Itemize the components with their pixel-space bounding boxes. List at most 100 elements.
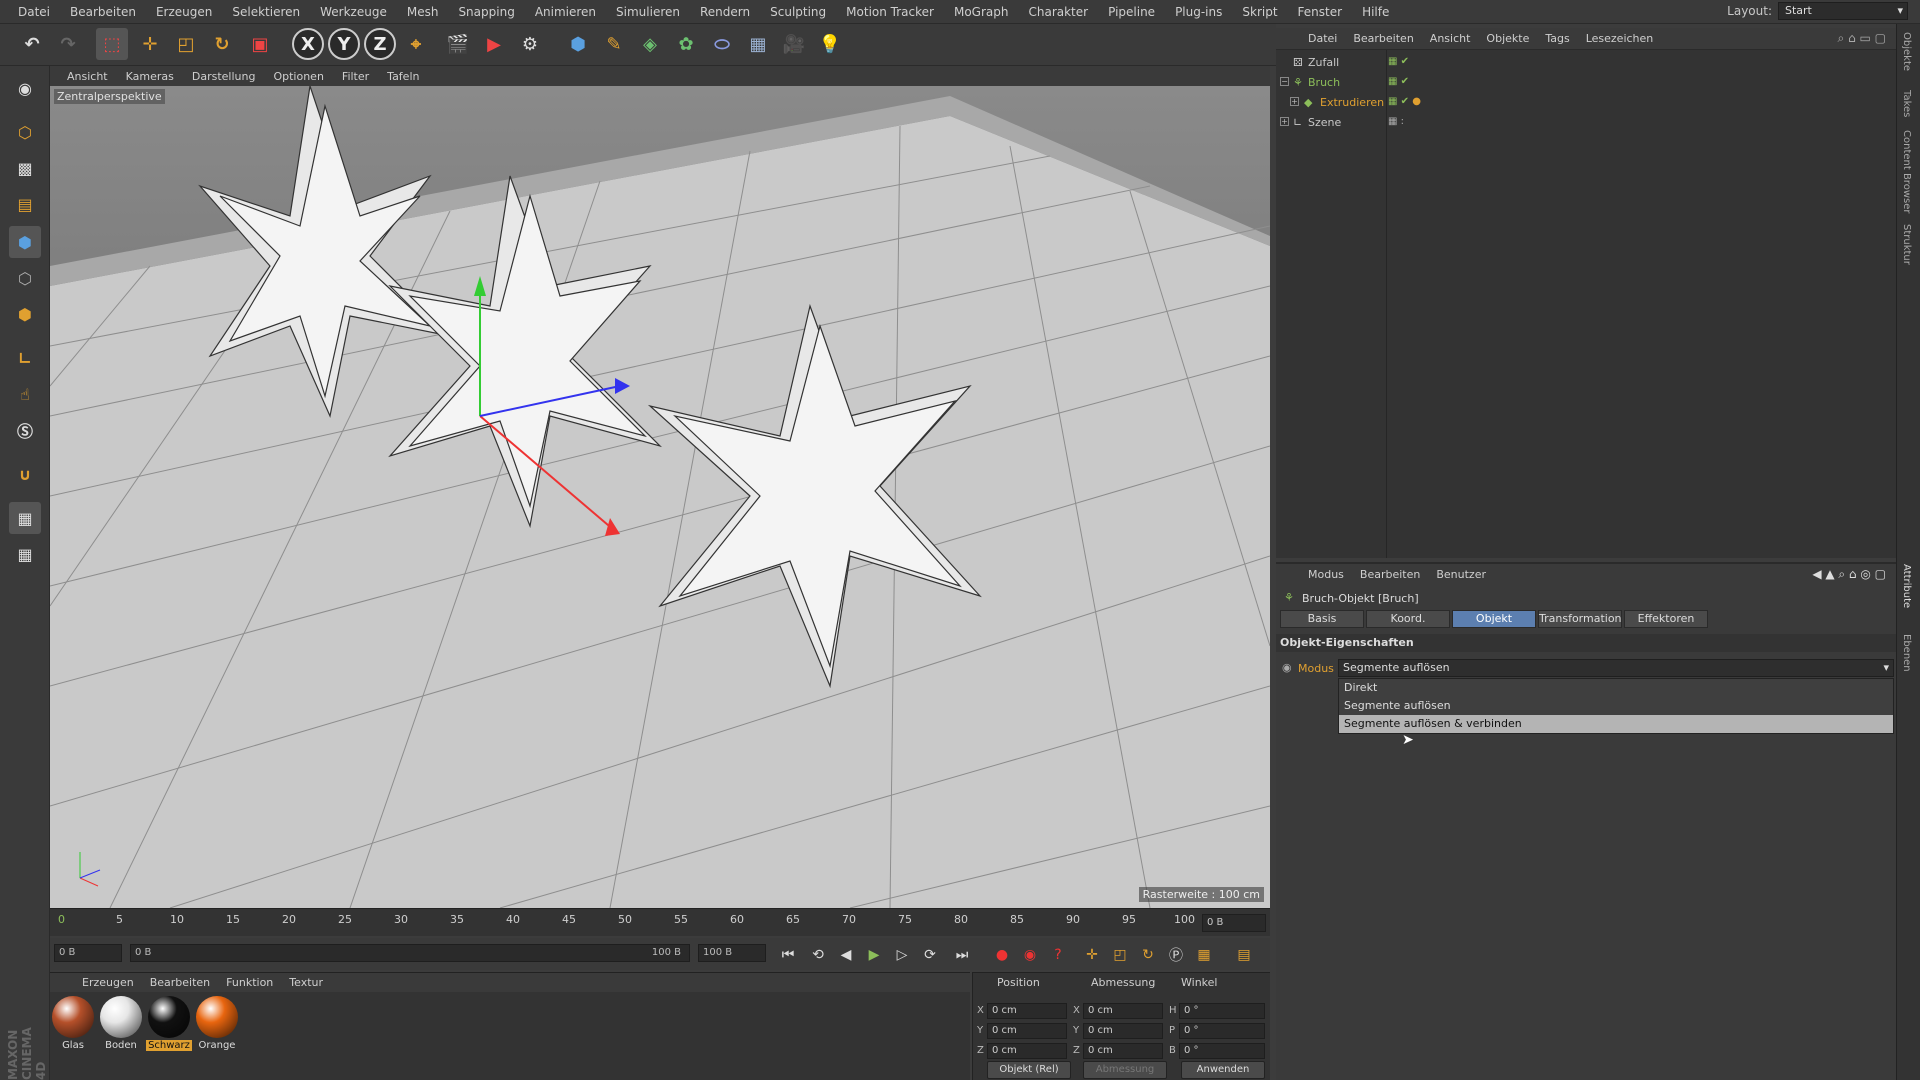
viewport-menu-kameras[interactable]: Kameras: [117, 70, 183, 83]
visibility-flags[interactable]: ▦ ✔: [1388, 56, 1409, 67]
collapse-icon[interactable]: −: [1280, 77, 1289, 86]
key-pla-icon[interactable]: ▦: [1192, 944, 1216, 966]
material-orange[interactable]: Orange: [194, 996, 240, 1051]
menu-charakter[interactable]: Charakter: [1018, 5, 1098, 19]
magnet-icon[interactable]: ∪: [9, 458, 41, 490]
current-frame-field[interactable]: 0 B: [1202, 914, 1266, 932]
om-column-divider[interactable]: [1386, 50, 1387, 558]
light-icon[interactable]: 💡: [814, 28, 846, 60]
om-search-icon[interactable]: ⌕ ⌂ ▭ ▢: [1838, 31, 1886, 46]
size-z-field[interactable]: 0 cm: [1083, 1043, 1163, 1059]
expand-icon[interactable]: +: [1290, 97, 1299, 106]
previous-frame-icon[interactable]: ◀: [834, 944, 858, 966]
frame-range-slider[interactable]: 0 B 100 B: [130, 944, 690, 962]
om-menu-objekte[interactable]: Objekte: [1478, 32, 1537, 45]
menu-mograph[interactable]: MoGraph: [944, 5, 1019, 19]
menu-rendern[interactable]: Rendern: [690, 5, 760, 19]
tab-effektoren[interactable]: Effektoren: [1624, 610, 1708, 628]
axis-icon[interactable]: ∟: [9, 342, 41, 374]
option-segmente-aufloesen-verbinden[interactable]: Segmente auflösen & verbinden: [1339, 715, 1893, 733]
key-rotation-icon[interactable]: ↻: [1136, 944, 1160, 966]
deformer-icon[interactable]: ⬭: [706, 28, 738, 60]
next-key-icon[interactable]: ⟳: [918, 944, 942, 966]
camera-icon[interactable]: 🎥: [778, 28, 810, 60]
autokey-icon[interactable]: ◉: [1018, 944, 1042, 966]
menu-simulieren[interactable]: Simulieren: [606, 5, 690, 19]
menu-mesh[interactable]: Mesh: [397, 5, 449, 19]
material-glas[interactable]: Glas: [50, 996, 96, 1051]
viewport-menu-optionen[interactable]: Optionen: [264, 70, 332, 83]
object-row-szene[interactable]: + ∟ Szene ▦ :: [1276, 112, 1896, 132]
render-view-icon[interactable]: 🎬: [442, 28, 474, 60]
option-direkt[interactable]: Direkt: [1339, 679, 1893, 697]
floor-icon[interactable]: ▦: [742, 28, 774, 60]
menu-plugins[interactable]: Plug-ins: [1165, 5, 1232, 19]
menu-bearbeiten[interactable]: Bearbeiten: [60, 5, 146, 19]
coords-mode-select[interactable]: Objekt (Rel): [987, 1061, 1071, 1079]
scale-icon[interactable]: ◰: [170, 28, 202, 60]
menu-datei[interactable]: Datei: [8, 5, 60, 19]
lock-x-icon[interactable]: X: [292, 28, 324, 60]
material-menu-funktion[interactable]: Funktion: [218, 976, 281, 989]
am-menu-bearbeiten[interactable]: Bearbeiten: [1352, 568, 1428, 581]
material-menu-textur[interactable]: Textur: [281, 976, 331, 989]
menu-snapping[interactable]: Snapping: [448, 5, 524, 19]
menu-pipeline[interactable]: Pipeline: [1098, 5, 1165, 19]
make-editable-icon[interactable]: ◉: [9, 72, 41, 104]
go-to-start-icon[interactable]: ⏮: [776, 944, 800, 966]
pen-icon[interactable]: ✎: [598, 28, 630, 60]
menu-erzeugen[interactable]: Erzeugen: [146, 5, 222, 19]
tab-koord[interactable]: Koord.: [1366, 610, 1450, 628]
menu-animieren[interactable]: Animieren: [525, 5, 606, 19]
render-picture-viewer-icon[interactable]: ▶: [478, 28, 510, 60]
om-menu-tags[interactable]: Tags: [1537, 32, 1577, 45]
side-tab-attribute[interactable]: Attribute: [1901, 564, 1912, 608]
timeline-window-icon[interactable]: ▤: [1232, 944, 1256, 966]
end-frame-field[interactable]: 100 B: [698, 944, 766, 962]
menu-motion-tracker[interactable]: Motion Tracker: [836, 5, 944, 19]
points-mode-icon[interactable]: ⬢: [9, 226, 41, 258]
menu-selektieren[interactable]: Selektieren: [222, 5, 310, 19]
rotation-b-field[interactable]: 0 °: [1179, 1043, 1265, 1059]
side-tab-ebenen[interactable]: Ebenen: [1901, 634, 1912, 672]
move-icon[interactable]: ✛: [134, 28, 166, 60]
key-position-icon[interactable]: ✛: [1080, 944, 1104, 966]
menu-hilfe[interactable]: Hilfe: [1352, 5, 1399, 19]
rotate-icon[interactable]: ↻: [206, 28, 238, 60]
material-schwarz[interactable]: Schwarz: [146, 996, 192, 1051]
om-menu-lesezeichen[interactable]: Lesezeichen: [1578, 32, 1662, 45]
menu-skript[interactable]: Skript: [1232, 5, 1287, 19]
next-frame-icon[interactable]: ▷: [890, 944, 914, 966]
3d-viewport[interactable]: Zentralperspektive Rasterweite : 100 cm: [50, 86, 1270, 908]
key-scale-icon[interactable]: ◰: [1108, 944, 1132, 966]
tab-basis[interactable]: Basis: [1280, 610, 1364, 628]
menu-werkzeuge[interactable]: Werkzeuge: [310, 5, 397, 19]
viewport-menu-darstellung[interactable]: Darstellung: [183, 70, 265, 83]
subdivision-icon[interactable]: ◈: [634, 28, 666, 60]
object-row-bruch[interactable]: − ⚘ Bruch ▦ ✔: [1276, 72, 1896, 92]
animate-icon[interactable]: ◉: [1282, 661, 1292, 674]
model-mode-icon[interactable]: ⬡: [9, 116, 41, 148]
visibility-flags[interactable]: ▦ :: [1388, 116, 1404, 127]
render-settings-icon[interactable]: ⚙: [514, 28, 546, 60]
coordinate-system-icon[interactable]: ⌖: [400, 28, 432, 60]
cloner-icon[interactable]: ✿: [670, 28, 702, 60]
play-icon[interactable]: ▶: [862, 944, 886, 966]
workplane-lock-icon[interactable]: ▦: [9, 502, 41, 534]
live-select-icon[interactable]: ⬚: [96, 28, 128, 60]
snap-icon[interactable]: Ⓢ: [9, 414, 41, 446]
lock-y-icon[interactable]: Y: [328, 28, 360, 60]
side-tab-content-browser[interactable]: Content Browser: [1901, 130, 1912, 213]
om-menu-bearbeiten[interactable]: Bearbeiten: [1345, 32, 1421, 45]
lock-z-icon[interactable]: Z: [364, 28, 396, 60]
option-segmente-aufloesen[interactable]: Segmente auflösen: [1339, 697, 1893, 715]
om-menu-datei[interactable]: Datei: [1300, 32, 1345, 45]
edges-mode-icon[interactable]: ⬡: [9, 262, 41, 294]
timeline[interactable]: 0 5 10 15 20 25 30 35 40 45 50 55 60 65 …: [50, 908, 1270, 936]
menu-fenster[interactable]: Fenster: [1288, 5, 1353, 19]
polygons-mode-icon[interactable]: ⬢: [9, 298, 41, 330]
key-parameter-icon[interactable]: Ⓟ: [1164, 944, 1188, 966]
undo-icon[interactable]: ↶: [16, 28, 48, 60]
coords-size-select[interactable]: Abmessung: [1083, 1061, 1167, 1079]
keyframe-selection-icon[interactable]: ?: [1046, 944, 1070, 966]
